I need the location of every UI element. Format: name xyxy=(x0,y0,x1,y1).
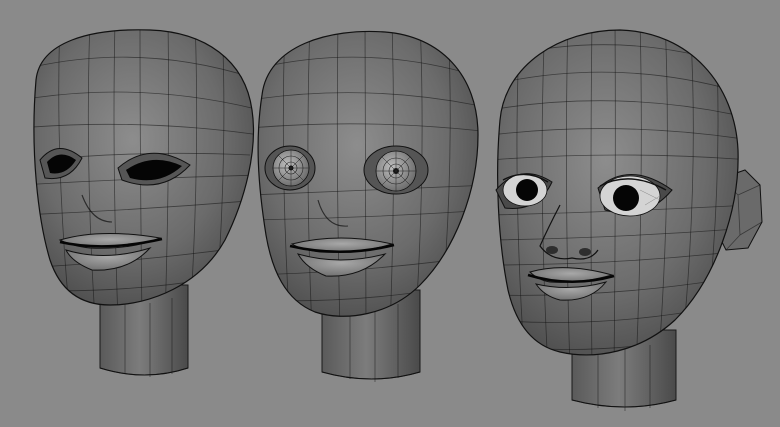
scene-svg xyxy=(33,29,763,411)
eyeball-left-2 xyxy=(264,145,316,191)
head-eyes-added xyxy=(257,30,479,382)
3d-viewport xyxy=(0,0,780,427)
eyeball-right-2 xyxy=(363,145,429,195)
head-blockout xyxy=(33,29,255,377)
head-refined xyxy=(495,29,763,411)
